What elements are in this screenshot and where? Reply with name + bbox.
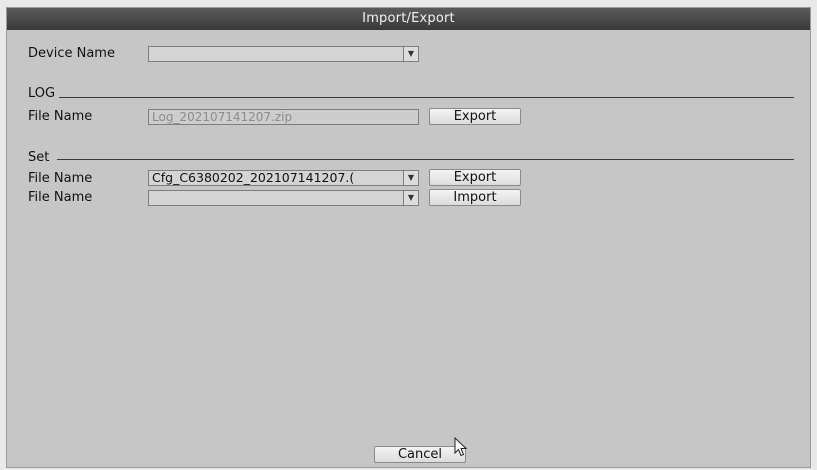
cancel-button[interactable]: Cancel	[374, 446, 466, 463]
set-import-button[interactable]: Import	[429, 189, 521, 206]
dialog-title: Import/Export	[7, 8, 810, 30]
log-section-heading: LOG	[28, 86, 56, 101]
set-section-heading: Set	[28, 150, 50, 165]
log-export-button[interactable]: Export	[429, 108, 521, 125]
set-export-file-name-label: File Name	[28, 171, 93, 186]
set-export-file-value: Cfg_C6380202_202107141207.(	[152, 170, 355, 185]
set-export-button[interactable]: Export	[429, 169, 521, 186]
import-export-dialog: Import/Export Device Name ▼ LOG File Nam…	[6, 7, 811, 468]
set-import-file-select[interactable]: ▼	[148, 190, 419, 206]
set-import-file-name-label: File Name	[28, 190, 93, 205]
log-file-name-label: File Name	[28, 109, 93, 124]
device-name-label: Device Name	[28, 46, 115, 61]
set-section-divider	[57, 159, 794, 160]
device-name-select[interactable]: ▼	[148, 46, 419, 62]
chevron-down-icon[interactable]: ▼	[403, 171, 418, 185]
chevron-down-icon[interactable]: ▼	[403, 47, 418, 61]
log-file-name-field: Log_202107141207.zip	[148, 109, 419, 125]
mouse-pointer-icon	[454, 437, 468, 457]
chevron-down-icon[interactable]: ▼	[403, 191, 418, 205]
log-section-divider	[59, 97, 794, 98]
set-export-file-select[interactable]: Cfg_C6380202_202107141207.( ▼	[148, 170, 419, 186]
